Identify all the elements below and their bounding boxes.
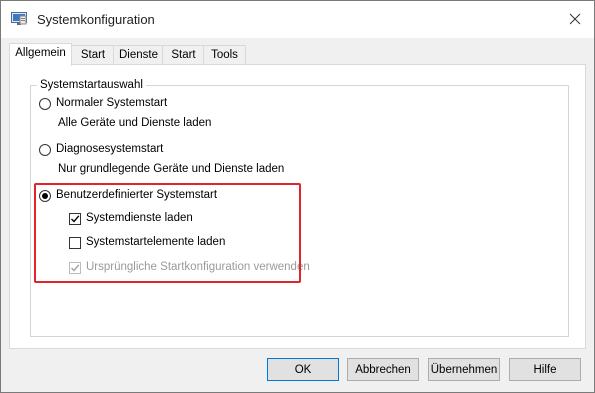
cancel-button[interactable]: Abbrechen bbox=[347, 358, 419, 381]
annotation-highlight-box bbox=[34, 183, 301, 283]
title-bar: Systemkonfiguration bbox=[1, 1, 594, 38]
msconfig-icon bbox=[11, 12, 27, 26]
normal-startup-radio[interactable] bbox=[39, 98, 51, 110]
tab-allgemein[interactable]: Allgemein bbox=[9, 43, 72, 66]
tab-start[interactable]: Start bbox=[71, 45, 115, 65]
diagnostic-startup-label[interactable]: Diagnosesystemstart bbox=[56, 143, 163, 155]
group-legend: Systemstartauswahl bbox=[37, 78, 146, 92]
diagnostic-startup-radio[interactable] bbox=[39, 144, 51, 156]
close-icon[interactable] bbox=[561, 7, 589, 31]
help-button[interactable]: Hilfe bbox=[509, 358, 581, 381]
apply-button[interactable]: Übernehmen bbox=[428, 358, 500, 381]
diagnostic-startup-description: Nur grundlegende Geräte und Dienste lade… bbox=[58, 163, 285, 175]
ok-button[interactable]: OK bbox=[267, 358, 339, 381]
tab-tools[interactable]: Tools bbox=[203, 45, 246, 65]
tab-start-2[interactable]: Start bbox=[162, 45, 205, 65]
normal-startup-label[interactable]: Normaler Systemstart bbox=[56, 97, 167, 109]
system-configuration-window: Systemkonfiguration Allgemein Start Dien… bbox=[0, 0, 595, 393]
normal-startup-description: Alle Geräte und Dienste laden bbox=[58, 117, 212, 129]
tab-dienste[interactable]: Dienste bbox=[113, 45, 164, 65]
window-title: Systemkonfiguration bbox=[37, 12, 155, 27]
